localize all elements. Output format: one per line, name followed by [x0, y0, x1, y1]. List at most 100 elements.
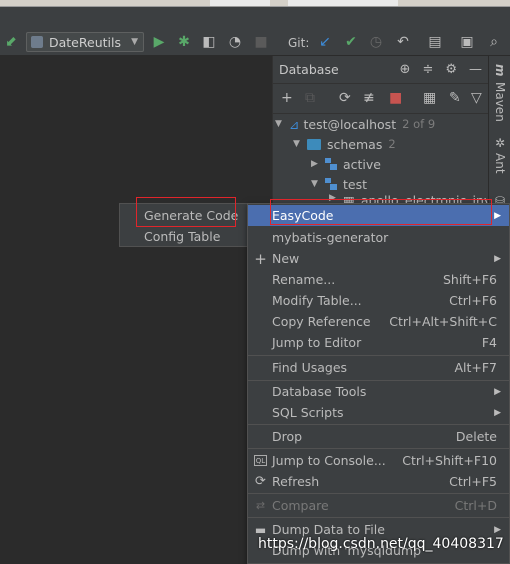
run-configuration-select[interactable]: DateReutils ▼: [26, 32, 144, 52]
menu-item-shortcut: Alt+F7: [454, 360, 497, 375]
tree-schema-item[interactable]: ▼ test: [311, 174, 367, 194]
table-view-icon[interactable]: ▦: [423, 90, 436, 106]
editor-area[interactable]: [0, 56, 272, 564]
menu-item-shortcut: Ctrl+F6: [449, 293, 497, 308]
expanded-arrow-icon: ▼: [293, 139, 300, 149]
plus-icon: +: [254, 249, 267, 268]
console-icon: QL: [254, 455, 267, 466]
git-label: Git:: [288, 36, 310, 50]
menu-item-shortcut: Delete: [455, 429, 497, 444]
window-title-strip: [0, 0, 510, 7]
git-history-icon[interactable]: ◷: [367, 33, 385, 51]
tree-connection[interactable]: ▼ ⊿ test@localhost 2 of 9: [275, 114, 435, 134]
menu-item-label: Copy Reference: [272, 314, 371, 329]
terminal-icon[interactable]: ▣: [458, 33, 476, 51]
minimize-icon[interactable]: —: [469, 62, 482, 77]
menu-item-new[interactable]: + New ▶: [248, 248, 509, 269]
menu-item-find-usages[interactable]: Find Usages Alt+F7: [248, 357, 509, 378]
menu-item-label: Refresh: [272, 474, 320, 489]
database-toolbar: + ⧉ ⟳ ≢ ■ ▦ ✎ ▽: [273, 84, 488, 114]
menu-item-mybatis-generator[interactable]: mybatis-generator: [248, 227, 509, 248]
search-icon[interactable]: ⌕: [485, 33, 503, 51]
menu-item-label: Jump to Editor: [272, 335, 362, 350]
menu-item-compare[interactable]: ⇄ Compare Ctrl+D: [248, 495, 509, 516]
tree-schema-item[interactable]: ▶ active: [311, 154, 381, 174]
schemas-count: 2: [388, 137, 396, 151]
maven-m-icon[interactable]: m: [493, 64, 507, 77]
menu-item-sql-scripts[interactable]: SQL Scripts ▶: [248, 402, 509, 423]
database-panel-header-icons: ⊕ ≑ ⚙ —: [400, 62, 482, 77]
submenu-arrow-icon: ▶: [494, 386, 501, 397]
submenu-arrow-icon: ▶: [494, 524, 501, 535]
db-connection-icon: ⊿: [289, 116, 300, 132]
menu-item-label: Rename...: [272, 272, 336, 287]
git-commit-icon[interactable]: ✔: [342, 33, 360, 51]
menu-item-shortcut: Ctrl+Shift+F10: [402, 453, 497, 468]
schema-icon: [325, 158, 337, 170]
git-update-icon[interactable]: ↙: [316, 33, 334, 51]
gear-icon[interactable]: ⚙: [445, 62, 457, 77]
menu-item-shortcut: Ctrl+F5: [449, 474, 497, 489]
dump-icon: ▬: [254, 522, 267, 537]
run-icon[interactable]: ▶: [150, 33, 168, 51]
coverage-icon[interactable]: ◧: [200, 33, 218, 51]
menu-item-copy-reference[interactable]: Copy Reference Ctrl+Alt+Shift+C: [248, 311, 509, 332]
refresh-icon: ⟳: [255, 474, 266, 489]
edit-icon[interactable]: ✎: [449, 90, 461, 106]
build-hammer-icon[interactable]: ⬋: [2, 33, 20, 51]
menu-item-label: New: [272, 251, 300, 266]
submenu-arrow-icon: ▶: [494, 253, 501, 264]
database-panel-header: Database ⊕ ≑ ⚙ —: [273, 56, 488, 84]
submenu-item-generate-code[interactable]: Generate Code: [120, 205, 247, 226]
run-config-icon: [31, 36, 43, 48]
submenu-item-config-table[interactable]: Config Table: [120, 226, 247, 247]
add-icon[interactable]: +: [281, 90, 293, 106]
ant-tab[interactable]: Ant: [493, 153, 507, 174]
menu-item-drop[interactable]: Drop Delete: [248, 426, 509, 447]
submenu-arrow-icon: ▶: [494, 407, 501, 418]
menu-separator: [248, 493, 509, 494]
menu-item-database-tools[interactable]: Database Tools ▶: [248, 381, 509, 402]
collapsed-arrow-icon: ▶: [329, 193, 336, 203]
duplicate-icon[interactable]: ⧉: [305, 90, 315, 106]
menu-item-label: Find Usages: [272, 360, 348, 375]
project-structure-icon[interactable]: ▤: [426, 33, 444, 51]
menu-item-easycode[interactable]: EasyCode ▶: [248, 205, 509, 226]
submenu-arrow-icon: ▶: [494, 210, 501, 221]
menu-item-rename[interactable]: Rename... Shift+F6: [248, 269, 509, 290]
menu-item-jump-to-console[interactable]: QL Jump to Console... Ctrl+Shift+F10: [248, 450, 509, 471]
menu-item-label: mybatis-generator: [272, 230, 389, 245]
filter-icon[interactable]: ▽: [471, 90, 482, 106]
connection-label: test@localhost: [303, 116, 397, 132]
easycode-submenu: Generate Code Config Table: [119, 203, 248, 247]
tree-schemas[interactable]: ▼ schemas 2: [293, 134, 396, 154]
context-menu: EasyCode ▶ mybatis-generator + New ▶ Ren…: [247, 203, 510, 564]
collapse-icon[interactable]: ≑: [422, 62, 433, 77]
database-panel-title: Database: [279, 62, 339, 77]
maven-tab[interactable]: Maven: [493, 82, 507, 122]
menu-item-label: Dump Data to File: [272, 522, 385, 537]
stop-icon[interactable]: ■: [252, 33, 270, 51]
git-revert-icon[interactable]: ↶: [394, 33, 412, 51]
profile-icon[interactable]: ◔: [226, 33, 244, 51]
schema-label: test: [343, 176, 368, 192]
schema-label: active: [343, 156, 381, 172]
menu-item-refresh[interactable]: ⟳ Refresh Ctrl+F5: [248, 471, 509, 492]
crosshair-icon[interactable]: ⊕: [400, 62, 411, 77]
expanded-arrow-icon: ▼: [275, 119, 282, 129]
menu-item-jump-to-editor[interactable]: Jump to Editor F4: [248, 332, 509, 353]
collapsed-arrow-icon: ▶: [311, 159, 318, 169]
stop-icon[interactable]: ■: [389, 90, 402, 106]
menu-separator: [248, 448, 509, 449]
chevron-down-icon: ▼: [131, 37, 138, 47]
menu-item-shortcut: F4: [481, 335, 497, 350]
properties-icon[interactable]: ≢: [363, 90, 375, 106]
menu-item-modify-table[interactable]: Modify Table... Ctrl+F6: [248, 290, 509, 311]
debug-icon[interactable]: ✱: [175, 33, 193, 51]
title-strip-segment: [210, 0, 270, 6]
watermark-text: https://blog.csdn.net/qq_40408317: [258, 536, 504, 552]
menu-toolbar: [0, 7, 510, 28]
schema-icon: [325, 178, 337, 190]
refresh-icon[interactable]: ⟳: [339, 90, 351, 106]
menu-item-label: Jump to Console...: [272, 453, 386, 468]
